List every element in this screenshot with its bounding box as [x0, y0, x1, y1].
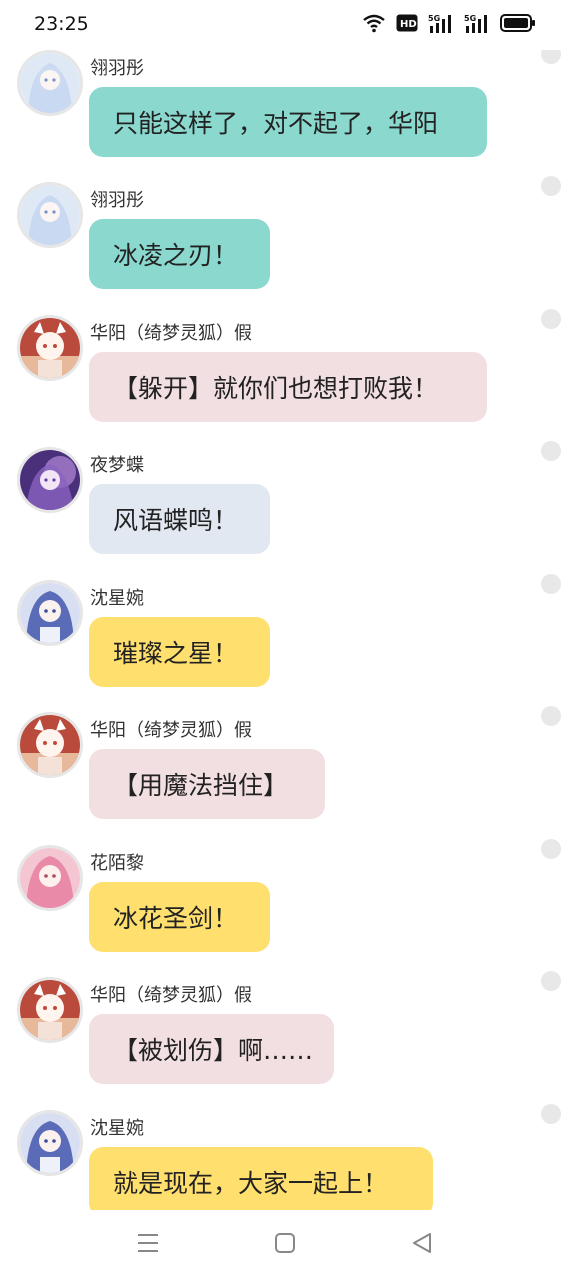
avatar-lingyutong[interactable]	[17, 50, 83, 116]
avatar-huamoli[interactable]	[17, 845, 83, 911]
back-icon[interactable]	[411, 1232, 433, 1258]
message-text: 【被划伤】啊……	[113, 1036, 314, 1065]
menu-icon[interactable]	[137, 1232, 159, 1258]
message-text: 风语蝶鸣！	[113, 506, 239, 535]
status-dot	[541, 574, 561, 594]
message-bubble[interactable]: 就是现在，大家一起上！	[89, 1147, 433, 1210]
sender-name: 沈星婉	[90, 588, 144, 609]
avatar-lingyutong[interactable]	[17, 182, 83, 248]
battery-icon	[500, 14, 536, 32]
sender-name: 华阳（绮梦灵狐）假	[90, 985, 252, 1006]
navigation-bar	[0, 1210, 574, 1280]
message-text: 冰花圣剑！	[113, 904, 239, 933]
sender-name: 夜梦蝶	[90, 455, 144, 476]
sender-name: 翎羽彤	[90, 58, 144, 79]
message-bubble[interactable]: 璀璨之星！	[89, 617, 270, 687]
home-icon[interactable]	[274, 1232, 296, 1258]
message-bubble[interactable]: 风语蝶鸣！	[89, 484, 270, 554]
message-text: 璀璨之星！	[113, 639, 239, 668]
sender-name: 翎羽彤	[90, 190, 144, 211]
status-icons: HD 5G 5G	[362, 13, 536, 33]
message-bubble[interactable]: 【被划伤】啊……	[89, 1014, 334, 1084]
signal-5g-icon: 5G	[428, 13, 454, 33]
message-text: 【用魔法挡住】	[113, 771, 289, 800]
hd-icon: HD	[396, 14, 418, 32]
avatar-huayang[interactable]	[17, 712, 83, 778]
message-bubble[interactable]: 【用魔法挡住】	[89, 749, 325, 819]
message-bubble[interactable]: 【躲开】就你们也想打败我！	[89, 352, 487, 422]
sender-name: 华阳（绮梦灵狐）假	[90, 323, 252, 344]
avatar-shenxingwan[interactable]	[17, 1110, 83, 1176]
status-dot	[541, 441, 561, 461]
message-bubble[interactable]: 冰凌之刃！	[89, 219, 270, 289]
avatar-huayang[interactable]	[17, 977, 83, 1043]
status-dot	[541, 971, 561, 991]
message-text: 只能这样了，对不起了，华阳	[113, 109, 439, 138]
avatar-shenxingwan[interactable]	[17, 580, 83, 646]
message-bubble[interactable]: 冰花圣剑！	[89, 882, 270, 952]
status-dot	[541, 309, 561, 329]
status-dot	[541, 1104, 561, 1124]
status-dot	[541, 176, 561, 196]
svg-text:HD: HD	[400, 19, 417, 30]
sender-name: 华阳（绮梦灵狐）假	[90, 720, 252, 741]
message-bubble[interactable]: 只能这样了，对不起了，华阳	[89, 87, 487, 157]
status-dot	[541, 706, 561, 726]
message-text: 冰凌之刃！	[113, 241, 239, 270]
status-bar: 23:25 HD 5G 5G	[0, 0, 574, 50]
message-text: 就是现在，大家一起上！	[113, 1169, 389, 1198]
avatar-yemengdie[interactable]	[17, 447, 83, 513]
status-time: 23:25	[34, 13, 89, 35]
chat-message-list[interactable]: 翎羽彤 只能这样了，对不起了，华阳 翎羽彤 冰凌之刃！ 华阳（绮梦灵狐）假 【躲…	[0, 50, 574, 1210]
signal-5g-icon: 5G	[464, 13, 490, 33]
sender-name: 沈星婉	[90, 1118, 144, 1139]
avatar-huayang[interactable]	[17, 315, 83, 381]
wifi-icon	[362, 13, 386, 33]
status-dot	[541, 839, 561, 859]
sender-name: 花陌黎	[90, 853, 144, 874]
svg-text:5G: 5G	[428, 14, 440, 23]
svg-text:5G: 5G	[464, 14, 476, 23]
status-dot	[541, 50, 561, 64]
message-text: 【躲开】就你们也想打败我！	[113, 374, 439, 403]
